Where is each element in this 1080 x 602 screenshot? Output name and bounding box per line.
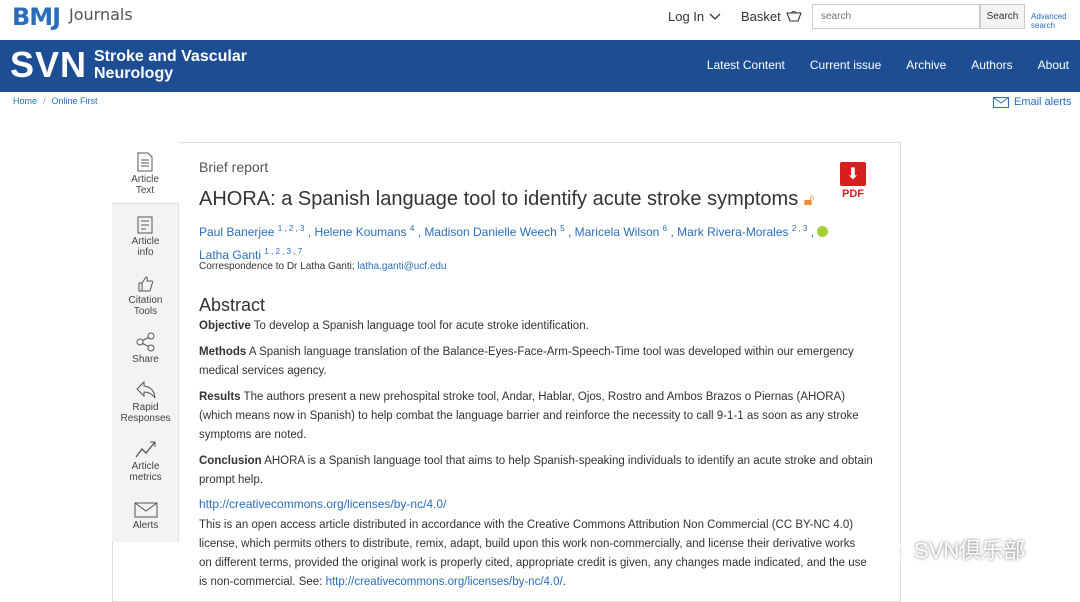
nav-authors[interactable]: Authors [971,58,1012,72]
nav-current-issue[interactable]: Current issue [810,58,881,72]
sidebar-item-share[interactable]: Share [112,332,179,365]
journal-nav: Latest Content Current issue Archive Aut… [707,58,1080,72]
license-link[interactable]: http://creativecommons.org/licenses/by-n… [326,576,563,588]
abstract-heading: Abstract [199,295,266,315]
sidebar-item-article-metrics[interactable]: Article metrics [112,439,179,483]
breadcrumb: Home / Online First [13,96,98,106]
envelope-icon [134,502,157,518]
author-link[interactable]: Latha Ganti [199,248,261,262]
journal-name: Stroke and Vascular Neurology [94,48,247,82]
watermark: SVN俱乐部 [868,533,1025,565]
author-list: Paul Banerjee 1 , 2 , 3 , Helene Koumans… [199,219,839,265]
envelope-icon [993,96,1009,108]
article-title: AHORA: a Spanish language tool to identi… [199,188,815,210]
nav-archive[interactable]: Archive [906,58,946,72]
abstract-objective: Objective To develop a Spanish language … [199,320,589,332]
pdf-download-button[interactable]: ⬇ PDF [840,162,866,202]
breadcrumb-online-first[interactable]: Online First [52,96,98,106]
wechat-icon [869,535,906,563]
sidebar-item-article-text[interactable]: Article Text [112,142,179,204]
breadcrumb-separator: / [43,96,46,106]
sidebar-item-alerts[interactable]: Alerts [112,502,179,531]
basket-link[interactable]: Basket [741,9,802,24]
author-link[interactable]: Mark Rivera-Morales [677,225,788,239]
sidebar-item-rapid-responses[interactable]: Rapid Responses [112,380,179,424]
author-link[interactable]: Helene Koumans [314,225,406,239]
document-icon [137,152,153,172]
advanced-search-link[interactable]: Advanced search [1031,12,1076,30]
search-button[interactable]: Search [980,4,1025,29]
article-type: Brief report [199,159,269,175]
nav-about[interactable]: About [1038,58,1069,72]
reply-icon [135,380,155,399]
share-icon [136,332,154,352]
email-alerts-link[interactable]: Email alerts [993,96,1071,108]
login-link[interactable]: Log In [668,9,721,24]
top-bar: BMJJournals Log In Basket Search Advance… [0,0,1080,40]
pdf-icon: ⬇ [840,162,866,186]
journal-navbar: SVN Stroke and Vascular Neurology Latest… [0,40,1080,92]
author-link[interactable]: Maricela Wilson [575,225,660,239]
license-statement: This is an open access article distribut… [199,519,867,588]
abstract-results: Results The authors present a new prehos… [199,391,859,441]
journal-abbr-logo[interactable]: SVN [10,44,87,86]
open-access-icon: 🔓︎ [803,192,815,209]
sidebar-item-citation-tools[interactable]: Citation Tools [112,275,179,317]
author-link[interactable]: Madison Danielle Weech [424,225,557,239]
search-input[interactable] [812,4,980,29]
sidebar-item-article-info[interactable]: Article info [112,216,179,258]
bmj-logo[interactable]: BMJ Journals [12,3,133,31]
basket-icon [785,10,802,22]
info-icon [137,216,152,234]
correspondence-email-link[interactable]: latha.ganti@ucf.edu [357,261,446,272]
article-sidebar: Article Text Article info Citation Tools Sh… [112,142,179,542]
license-url-link[interactable]: http://creativecommons.org/licenses/by-n… [199,497,446,511]
nav-latest-content[interactable]: Latest Content [707,58,785,72]
chevron-down-icon [709,13,721,20]
author-link[interactable]: Paul Banerjee [199,225,274,239]
bmj-journals-label: Journals [69,5,133,24]
thumb-icon [138,276,153,292]
chart-icon [134,441,156,458]
breadcrumb-home[interactable]: Home [13,96,37,106]
abstract-conclusion: Conclusion AHORA is a Spanish language t… [199,455,873,486]
correspondence: Correspondence to Dr Latha Ganti; latha.… [199,261,447,272]
orcid-icon[interactable] [817,226,829,237]
abstract-methods: Methods A Spanish language translation o… [199,346,854,377]
